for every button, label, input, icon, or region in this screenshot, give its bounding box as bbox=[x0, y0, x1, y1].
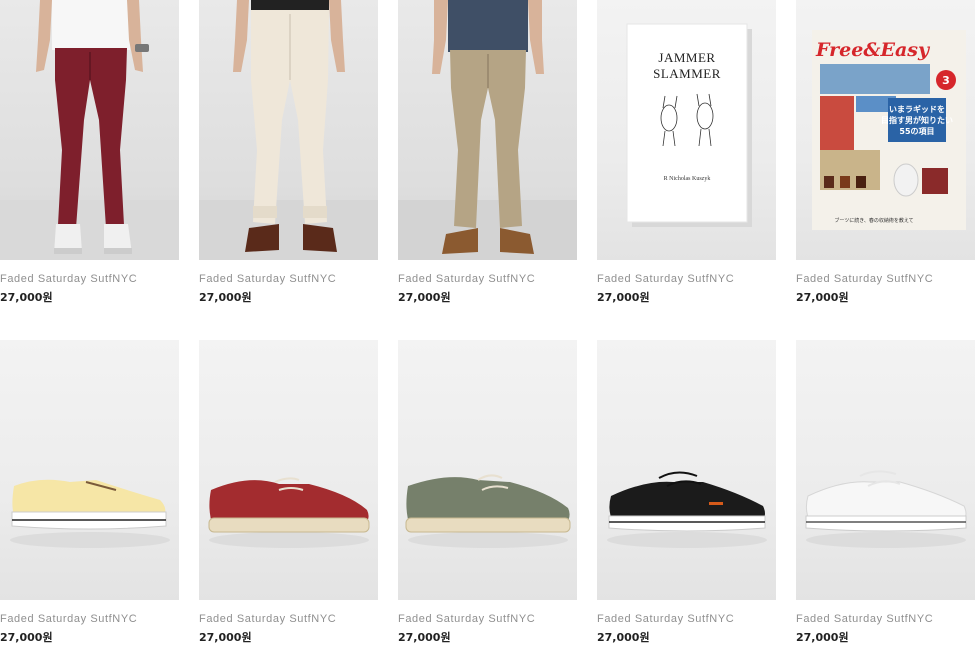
product-brand[interactable]: Faded Saturday SutfNYC bbox=[597, 273, 776, 285]
product-card[interactable]: Faded Saturday SutfNYC 27,000원 bbox=[0, 0, 179, 305]
product-card[interactable]: Faded Saturday SutfNYC 27,000원 bbox=[398, 0, 577, 305]
product-card[interactable]: Faded Saturday SutfNYC 27,000원 bbox=[199, 340, 378, 645]
magazine-issue: 3 bbox=[942, 74, 950, 87]
book-title-line1: JAMMER bbox=[658, 50, 715, 65]
product-card[interactable]: Faded Saturday SutfNYC 27,000원 bbox=[398, 340, 577, 645]
book-title-line2: SLAMMER bbox=[653, 66, 721, 81]
product-brand[interactable]: Faded Saturday SutfNYC bbox=[199, 273, 378, 285]
product-brand[interactable]: Faded Saturday SutfNYC bbox=[0, 613, 179, 625]
product-image-cream-slim-jeans[interactable] bbox=[199, 0, 378, 260]
magazine-footer: ブーツに続き、春の収納術を教えて bbox=[834, 217, 913, 224]
product-brand[interactable]: Faded Saturday SutfNYC bbox=[199, 613, 378, 625]
product-price: 27,000원 bbox=[398, 291, 451, 304]
product-card[interactable]: Faded Saturday SutfNYC 27,000원 bbox=[0, 340, 179, 645]
product-card[interactable]: Faded Saturday SutfNYC 27,000원 bbox=[199, 0, 378, 305]
magazine-headline-2: 目指す男が知りたい bbox=[881, 115, 953, 125]
product-price: 27,000원 bbox=[796, 291, 849, 304]
magazine-title: Free&Easy bbox=[815, 39, 931, 61]
product-brand[interactable]: Faded Saturday SutfNYC bbox=[398, 273, 577, 285]
product-brand[interactable]: Faded Saturday SutfNYC bbox=[597, 613, 776, 625]
product-price: 27,000원 bbox=[398, 631, 451, 644]
product-brand[interactable]: Faded Saturday SutfNYC bbox=[796, 273, 975, 285]
product-image-jammer-slammer-book[interactable]: JAMMER SLAMMER R Nicholas Kuszyk bbox=[597, 0, 776, 260]
product-price: 27,000원 bbox=[0, 631, 53, 644]
product-image-black-canvas-sneaker[interactable] bbox=[597, 340, 776, 600]
product-price: 27,000원 bbox=[597, 291, 650, 304]
product-price: 27,000원 bbox=[199, 291, 252, 304]
product-image-khaki-chinos[interactable] bbox=[398, 0, 577, 260]
product-card[interactable]: JAMMER SLAMMER R Nicholas Kuszyk Faded S… bbox=[597, 0, 776, 305]
product-price: 27,000원 bbox=[796, 631, 849, 644]
product-image-red-espadrille-shoe[interactable] bbox=[199, 340, 378, 600]
magazine-headline-3: 55の項目 bbox=[899, 127, 934, 136]
product-image-olive-espadrille-shoe[interactable] bbox=[398, 340, 577, 600]
product-price: 27,000원 bbox=[0, 291, 53, 304]
product-brand[interactable]: Faded Saturday SutfNYC bbox=[0, 273, 179, 285]
product-image-burgundy-skinny-jeans[interactable] bbox=[0, 0, 179, 260]
product-price: 27,000원 bbox=[199, 631, 252, 644]
book-author: R Nicholas Kuszyk bbox=[664, 176, 711, 182]
product-brand[interactable]: Faded Saturday SutfNYC bbox=[796, 613, 975, 625]
product-image-free-and-easy-magazine[interactable]: Free&Easy 3 いまラギッドを 目指す男が知りたい 55の項目 ブーツに… bbox=[796, 0, 975, 260]
product-grid: Faded Saturday SutfNYC 27,000원 Faded Sat… bbox=[0, 0, 975, 667]
product-price: 27,000원 bbox=[597, 631, 650, 644]
product-image-yellow-canvas-sneaker[interactable] bbox=[0, 340, 179, 600]
magazine-headline-1: いまラギッドを bbox=[889, 104, 945, 114]
product-card[interactable]: Faded Saturday SutfNYC 27,000원 bbox=[796, 340, 975, 645]
product-brand[interactable]: Faded Saturday SutfNYC bbox=[398, 613, 577, 625]
product-card[interactable]: Faded Saturday SutfNYC 27,000원 bbox=[597, 340, 776, 645]
product-card[interactable]: Free&Easy 3 いまラギッドを 目指す男が知りたい 55の項目 ブーツに… bbox=[796, 0, 975, 305]
product-image-white-canvas-sneaker[interactable] bbox=[796, 340, 975, 600]
